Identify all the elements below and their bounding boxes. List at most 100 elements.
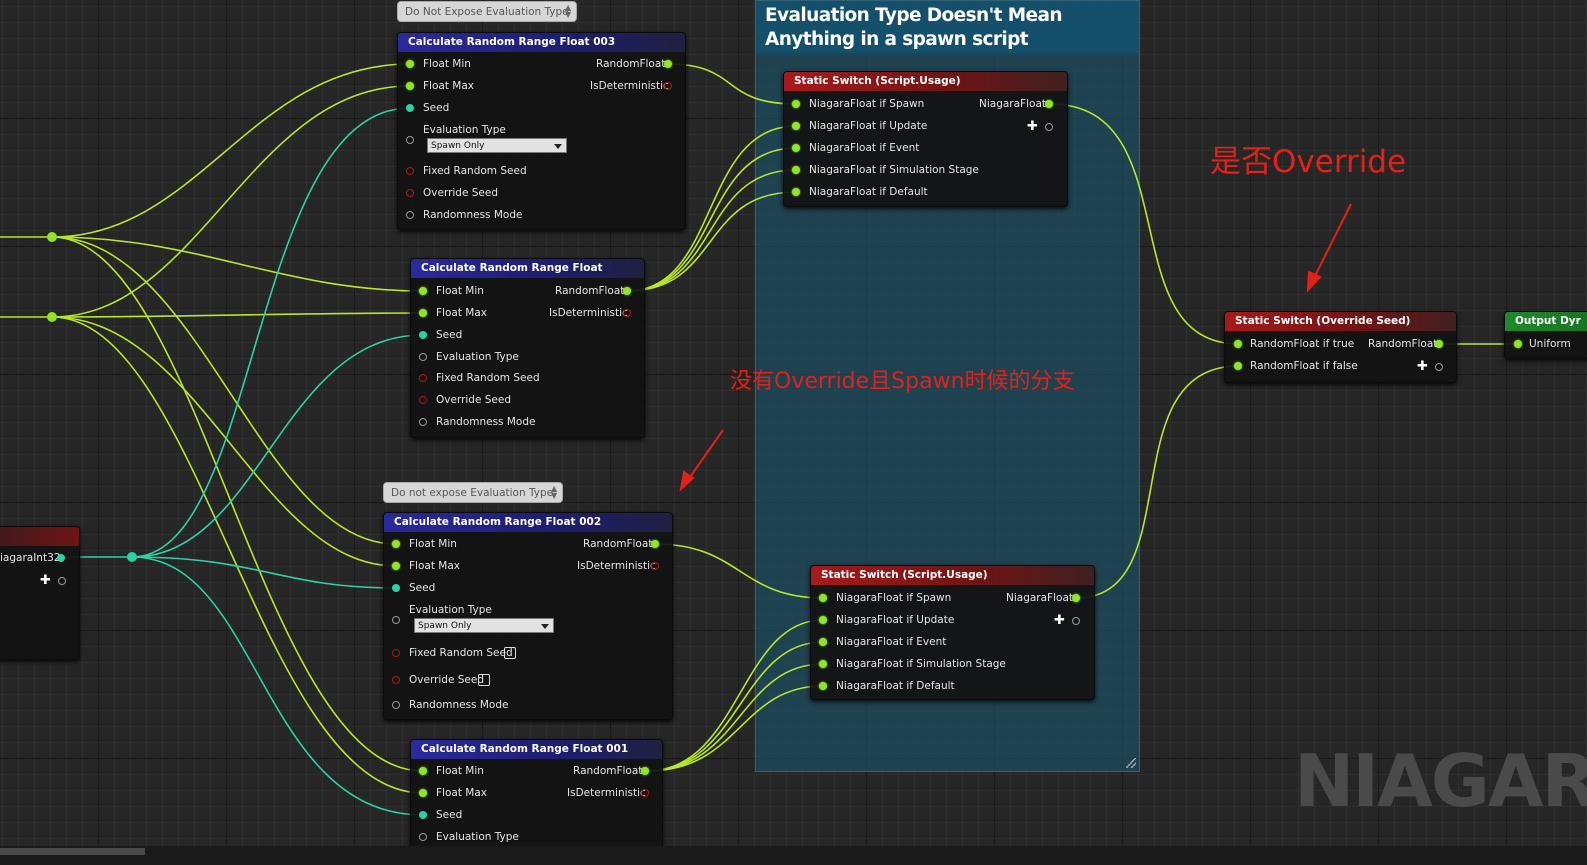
chevron-down-icon: [554, 144, 562, 149]
pin-float-min[interactable]: [392, 540, 400, 548]
pin-add-exec[interactable]: [1435, 363, 1443, 371]
evaluation-type-dropdown[interactable]: Spawn Only: [427, 138, 567, 153]
bubble-pin-icon[interactable]: ▲ ▼: [565, 4, 573, 19]
pin-label: Seed: [409, 582, 436, 594]
pin-if-spawn[interactable]: [792, 100, 800, 108]
add-pin-icon[interactable]: ✚: [1027, 120, 1038, 133]
node-title[interactable]: Static Switch (Override Seed): [1225, 312, 1456, 331]
pin-label: IsDeterministic: [567, 787, 646, 799]
pin-random-float-out[interactable]: [623, 287, 631, 295]
pin-evaluation-type[interactable]: [419, 353, 427, 361]
node-title[interactable]: Static Switch (Script.Usage): [811, 566, 1094, 585]
node-left-partial[interactable]: [0, 526, 80, 660]
pin-if-event[interactable]: [792, 144, 800, 152]
node-title[interactable]: Static Switch (Script.Usage): [784, 72, 1067, 91]
pin-int-out[interactable]: [57, 554, 65, 562]
fixed-random-seed-checkbox[interactable]: [504, 647, 516, 659]
pin-label: Seed: [436, 329, 463, 341]
node-output-dynamic[interactable]: Output Dyr: [1504, 311, 1587, 359]
pin-float-max[interactable]: [406, 82, 414, 90]
pin-randomness-mode[interactable]: [419, 418, 427, 426]
comment-bubble-mid[interactable]: Do not expose Evaluation Type ▲ ▼: [383, 482, 563, 503]
pin-is-deterministic-out[interactable]: [664, 82, 672, 90]
pin-seed[interactable]: [419, 331, 427, 339]
pin-random-float-out[interactable]: [641, 767, 649, 775]
pin-fixed-random-seed[interactable]: [419, 374, 427, 382]
pin-fixed-random-seed[interactable]: [406, 167, 414, 175]
bubble-text: Do not expose Evaluation Type: [391, 487, 554, 499]
wire: [646, 685, 824, 772]
pin-label: Float Min: [436, 765, 484, 777]
comment-bubble-top[interactable]: Do Not Expose Evaluation Type ▲ ▼: [397, 1, 577, 22]
add-pin-icon[interactable]: ✚: [1417, 360, 1428, 373]
wire: [131, 107, 411, 558]
override-seed-checkbox[interactable]: [478, 674, 490, 686]
node-title[interactable]: [0, 527, 79, 546]
pin-seed[interactable]: [392, 584, 400, 592]
add-pin-icon[interactable]: ✚: [1054, 614, 1065, 627]
pin-if-update[interactable]: [792, 122, 800, 130]
pin-float-max[interactable]: [419, 789, 427, 797]
pin-is-deterministic-out[interactable]: [641, 789, 649, 797]
pin-niagara-float-out[interactable]: [1045, 100, 1053, 108]
pin-add-exec[interactable]: [58, 577, 66, 585]
pin-if-event[interactable]: [819, 638, 827, 646]
pin-label: Float Max: [436, 787, 487, 799]
pin-seed[interactable]: [419, 811, 427, 819]
node-title[interactable]: Calculate Random Range Float 002: [384, 513, 672, 532]
pin-if-update[interactable]: [819, 616, 827, 624]
pin-override-seed[interactable]: [406, 189, 414, 197]
node-title[interactable]: Calculate Random Range Float 001: [411, 740, 662, 759]
pin-if-false[interactable]: [1234, 362, 1242, 370]
pin-label: RandomFloat: [573, 765, 643, 777]
pin-is-deterministic-out[interactable]: [651, 562, 659, 570]
pin-if-spawn[interactable]: [819, 594, 827, 602]
pin-uniform[interactable]: [1514, 340, 1522, 348]
pin-override-seed[interactable]: [419, 396, 427, 404]
pin-random-float-out[interactable]: [664, 60, 672, 68]
pin-seed[interactable]: [406, 104, 414, 112]
pin-float-max[interactable]: [419, 309, 427, 317]
add-pin-icon[interactable]: ✚: [40, 574, 51, 587]
pin-float-max[interactable]: [392, 562, 400, 570]
pin-add-exec[interactable]: [1072, 617, 1080, 625]
pin-evaluation-type[interactable]: [392, 616, 400, 624]
wire: [1049, 103, 1240, 345]
pin-label: Uniform: [1529, 338, 1571, 350]
pin-label: Override Seed: [436, 394, 512, 406]
pin-label: NiagaraFloat if Update: [836, 614, 955, 626]
pin-override-seed[interactable]: [392, 676, 400, 684]
evaluation-type-dropdown[interactable]: Spawn Only: [414, 618, 554, 633]
pin-fixed-random-seed[interactable]: [392, 649, 400, 657]
pin-label: Float Max: [423, 80, 474, 92]
pin-evaluation-type[interactable]: [419, 833, 427, 841]
node-title[interactable]: Output Dyr: [1505, 312, 1587, 331]
pin-label: Evaluation Type: [423, 124, 506, 136]
pin-float-min[interactable]: [406, 60, 414, 68]
node-title[interactable]: Calculate Random Range Float 003: [398, 33, 685, 52]
pin-if-default[interactable]: [792, 188, 800, 196]
pin-if-simulation-stage[interactable]: [792, 166, 800, 174]
pin-random-float-out[interactable]: [651, 540, 659, 548]
pin-is-deterministic-out[interactable]: [623, 309, 631, 317]
pin-niagara-float-out[interactable]: [1072, 594, 1080, 602]
pin-label: NiagaraFloat if Update: [809, 120, 928, 132]
pin-float-min[interactable]: [419, 767, 427, 775]
bubble-pin-icon[interactable]: ▲ ▼: [551, 485, 559, 500]
pin-if-default[interactable]: [819, 682, 827, 690]
pin-label: Float Max: [409, 560, 460, 572]
horizontal-scrollbar[interactable]: [0, 848, 145, 855]
pin-random-float-out[interactable]: [1435, 340, 1443, 348]
pin-label: RandomFloat: [1368, 338, 1438, 350]
pin-randomness-mode[interactable]: [392, 701, 400, 709]
pin-evaluation-type[interactable]: [406, 136, 414, 144]
wire: [667, 63, 797, 105]
pin-randomness-mode[interactable]: [406, 211, 414, 219]
node-title[interactable]: Calculate Random Range Float: [411, 259, 644, 278]
pin-float-min[interactable]: [419, 287, 427, 295]
annotation-arrow: [1313, 203, 1352, 279]
pin-if-true[interactable]: [1234, 340, 1242, 348]
pin-add-exec[interactable]: [1045, 123, 1053, 131]
annotation-arrow-head: [1306, 270, 1322, 293]
pin-if-simulation-stage[interactable]: [819, 660, 827, 668]
